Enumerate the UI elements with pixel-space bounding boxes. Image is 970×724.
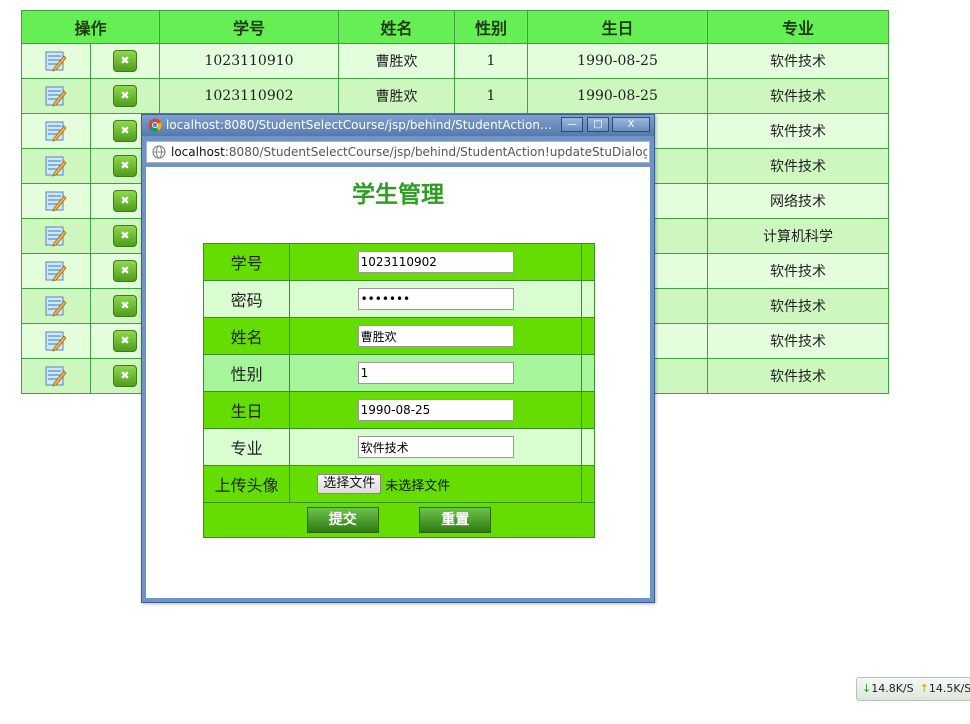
edit-icon[interactable] (45, 260, 67, 282)
form-row-birthday: 生日 (202, 391, 596, 429)
edit-icon[interactable] (45, 120, 67, 142)
password-label: 密码 (202, 280, 291, 318)
form-row-major: 专业 (202, 428, 596, 466)
delete-icon[interactable]: ✖ (113, 225, 137, 247)
delete-icon[interactable]: ✖ (113, 330, 137, 352)
edit-icon[interactable] (45, 225, 67, 247)
minimize-button[interactable]: — (561, 117, 583, 132)
chrome-icon (148, 118, 162, 132)
no-file-chosen-text: 未选择文件 (385, 478, 451, 494)
dialog-titlebar[interactable]: localhost:8080/StudentSelectCourse/jsp/b… (142, 115, 654, 136)
edit-icon[interactable] (45, 330, 67, 352)
cell-major: 软件技术 (707, 288, 890, 324)
avatar-upload-label: 上传头像 (202, 465, 291, 503)
name-label: 姓名 (202, 317, 291, 355)
cell-name: 曹胜欢 (338, 78, 456, 114)
student-form: 学号 密码 姓名 性别 生日 (202, 243, 596, 538)
major-label: 专业 (202, 428, 291, 466)
cell-major: 软件技术 (707, 253, 890, 289)
birthday-input[interactable] (357, 399, 514, 421)
delete-icon[interactable]: ✖ (113, 155, 137, 177)
delete-icon[interactable]: ✖ (113, 365, 137, 387)
gender-label: 性别 (202, 354, 291, 392)
upload-speed: 14.5K/S (928, 682, 970, 695)
reset-button[interactable]: 重置 (419, 507, 492, 533)
header-actions: 操作 (20, 10, 161, 44)
delete-icon[interactable]: ✖ (113, 260, 137, 282)
major-input[interactable] (357, 436, 514, 458)
cell-major: 软件技术 (707, 113, 890, 149)
cell-major: 计算机科学 (707, 218, 890, 254)
cell-name: 曹胜欢 (338, 43, 456, 79)
gender-input[interactable] (357, 362, 514, 384)
maximize-button[interactable]: □ (587, 117, 609, 132)
form-row-password: 密码 (202, 280, 596, 318)
form-row-avatar: 上传头像 选择文件 未选择文件 (202, 465, 596, 503)
cell-major: 软件技术 (707, 148, 890, 184)
maximize-icon: □ (593, 119, 603, 130)
student-id-input[interactable] (357, 251, 514, 273)
table-row: ✖ 1023110910 曹胜欢 1 1990-08-25 软件技术 (21, 43, 890, 79)
cell-student-id: 1023110910 (159, 43, 340, 79)
header-birthday: 生日 (527, 10, 709, 44)
minimize-icon: — (567, 119, 577, 130)
edit-icon[interactable] (45, 155, 67, 177)
delete-icon[interactable]: ✖ (113, 50, 137, 72)
header-gender: 性别 (454, 10, 529, 44)
cell-gender: 1 (454, 78, 529, 114)
form-row-id: 学号 (202, 243, 596, 281)
delete-icon[interactable]: ✖ (113, 190, 137, 212)
delete-icon[interactable]: ✖ (113, 295, 137, 317)
header-name: 姓名 (338, 10, 456, 44)
edit-icon[interactable] (45, 50, 67, 72)
network-speed-widget[interactable]: ↓14.8K/S ↑14.5K/S (856, 677, 970, 701)
edit-icon[interactable] (45, 365, 67, 387)
cell-major: 软件技术 (707, 358, 890, 394)
address-path: :8080/StudentSelectCourse/jsp/behind/Stu… (224, 145, 647, 159)
dialog-content: 学生管理 学号 密码 姓名 性别 生日 (146, 167, 650, 598)
table-header-row: 操作 学号 姓名 性别 生日 专业 (20, 10, 890, 44)
globe-icon (152, 145, 166, 159)
form-buttons-row: 提交 重置 (203, 502, 595, 538)
upload-arrow-icon: ↑ (919, 682, 929, 695)
cell-major: 软件技术 (707, 78, 890, 114)
header-major: 专业 (707, 10, 890, 44)
address-url[interactable]: localhost:8080/StudentSelectCourse/jsp/b… (171, 142, 647, 162)
cell-major: 软件技术 (707, 43, 890, 79)
edit-icon[interactable] (45, 190, 67, 212)
cell-birthday: 1990-08-25 (527, 43, 709, 79)
cell-student-id: 1023110902 (159, 78, 340, 114)
download-arrow-icon: ↓ (862, 682, 872, 695)
birthday-label: 生日 (202, 391, 291, 429)
download-speed: 14.8K/S (871, 682, 914, 695)
dialog-title: localhost:8080/StudentSelectCourse/jsp/b… (166, 118, 556, 132)
close-button[interactable]: X (612, 117, 650, 132)
cell-major: 软件技术 (707, 323, 890, 359)
student-id-label: 学号 (202, 243, 291, 281)
edit-icon[interactable] (45, 295, 67, 317)
form-row-gender: 性别 (202, 354, 596, 392)
form-row-name: 姓名 (202, 317, 596, 355)
cell-birthday: 1990-08-25 (527, 78, 709, 114)
address-bar[interactable]: localhost:8080/StudentSelectCourse/jsp/b… (146, 141, 650, 163)
delete-icon[interactable]: ✖ (113, 85, 137, 107)
password-input[interactable] (357, 288, 514, 310)
header-student-id: 学号 (159, 10, 340, 44)
cell-major: 网络技术 (707, 183, 890, 219)
choose-file-button[interactable]: 选择文件 (317, 474, 382, 494)
cell-gender: 1 (454, 43, 529, 79)
submit-button[interactable]: 提交 (306, 507, 379, 533)
table-row: ✖ 1023110902 曹胜欢 1 1990-08-25 软件技术 (21, 78, 890, 114)
address-host: localhost (171, 145, 225, 159)
edit-icon[interactable] (45, 85, 67, 107)
close-icon: X (627, 119, 635, 130)
edit-student-dialog[interactable]: localhost:8080/StudentSelectCourse/jsp/b… (141, 114, 655, 603)
page-title: 学生管理 (352, 182, 444, 208)
name-input[interactable] (357, 325, 514, 347)
delete-icon[interactable]: ✖ (113, 120, 137, 142)
